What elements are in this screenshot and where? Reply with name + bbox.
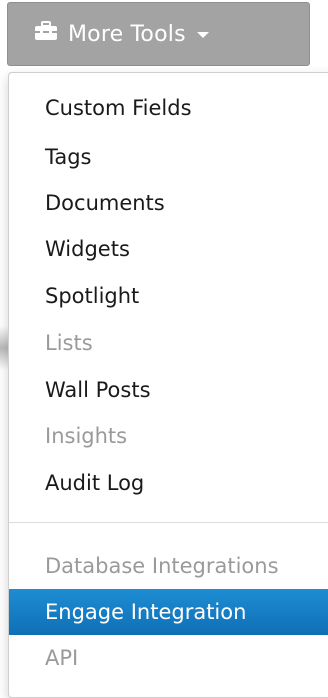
menu-divider: [9, 522, 328, 523]
menu-item-custom-fields[interactable]: Custom Fields: [9, 85, 328, 131]
background-edge: [0, 326, 8, 370]
menu-item-spotlight[interactable]: Spotlight: [9, 273, 328, 319]
toolbox-icon: [34, 20, 58, 47]
menu-item-wall-posts[interactable]: Wall Posts: [9, 367, 328, 413]
menu-item-audit-log[interactable]: Audit Log: [9, 460, 328, 506]
menu-item-database-integrations: Database Integrations: [45, 554, 279, 578]
more-tools-button[interactable]: More Tools: [7, 2, 310, 66]
caret-down-icon: [196, 31, 209, 38]
more-tools-label: More Tools: [68, 21, 186, 47]
menu-item-api: API: [45, 646, 79, 670]
menu-item-lists: Lists: [45, 331, 93, 355]
menu-item-insights: Insights: [45, 424, 128, 448]
menu-item-documents[interactable]: Documents: [9, 180, 328, 226]
more-tools-dropdown-menu: Custom Fields Tags Documents Widgets Spo…: [8, 72, 328, 698]
menu-item-engage-integration[interactable]: Engage Integration: [9, 589, 328, 635]
menu-item-widgets[interactable]: Widgets: [9, 226, 328, 272]
menu-item-tags[interactable]: Tags: [9, 134, 328, 180]
